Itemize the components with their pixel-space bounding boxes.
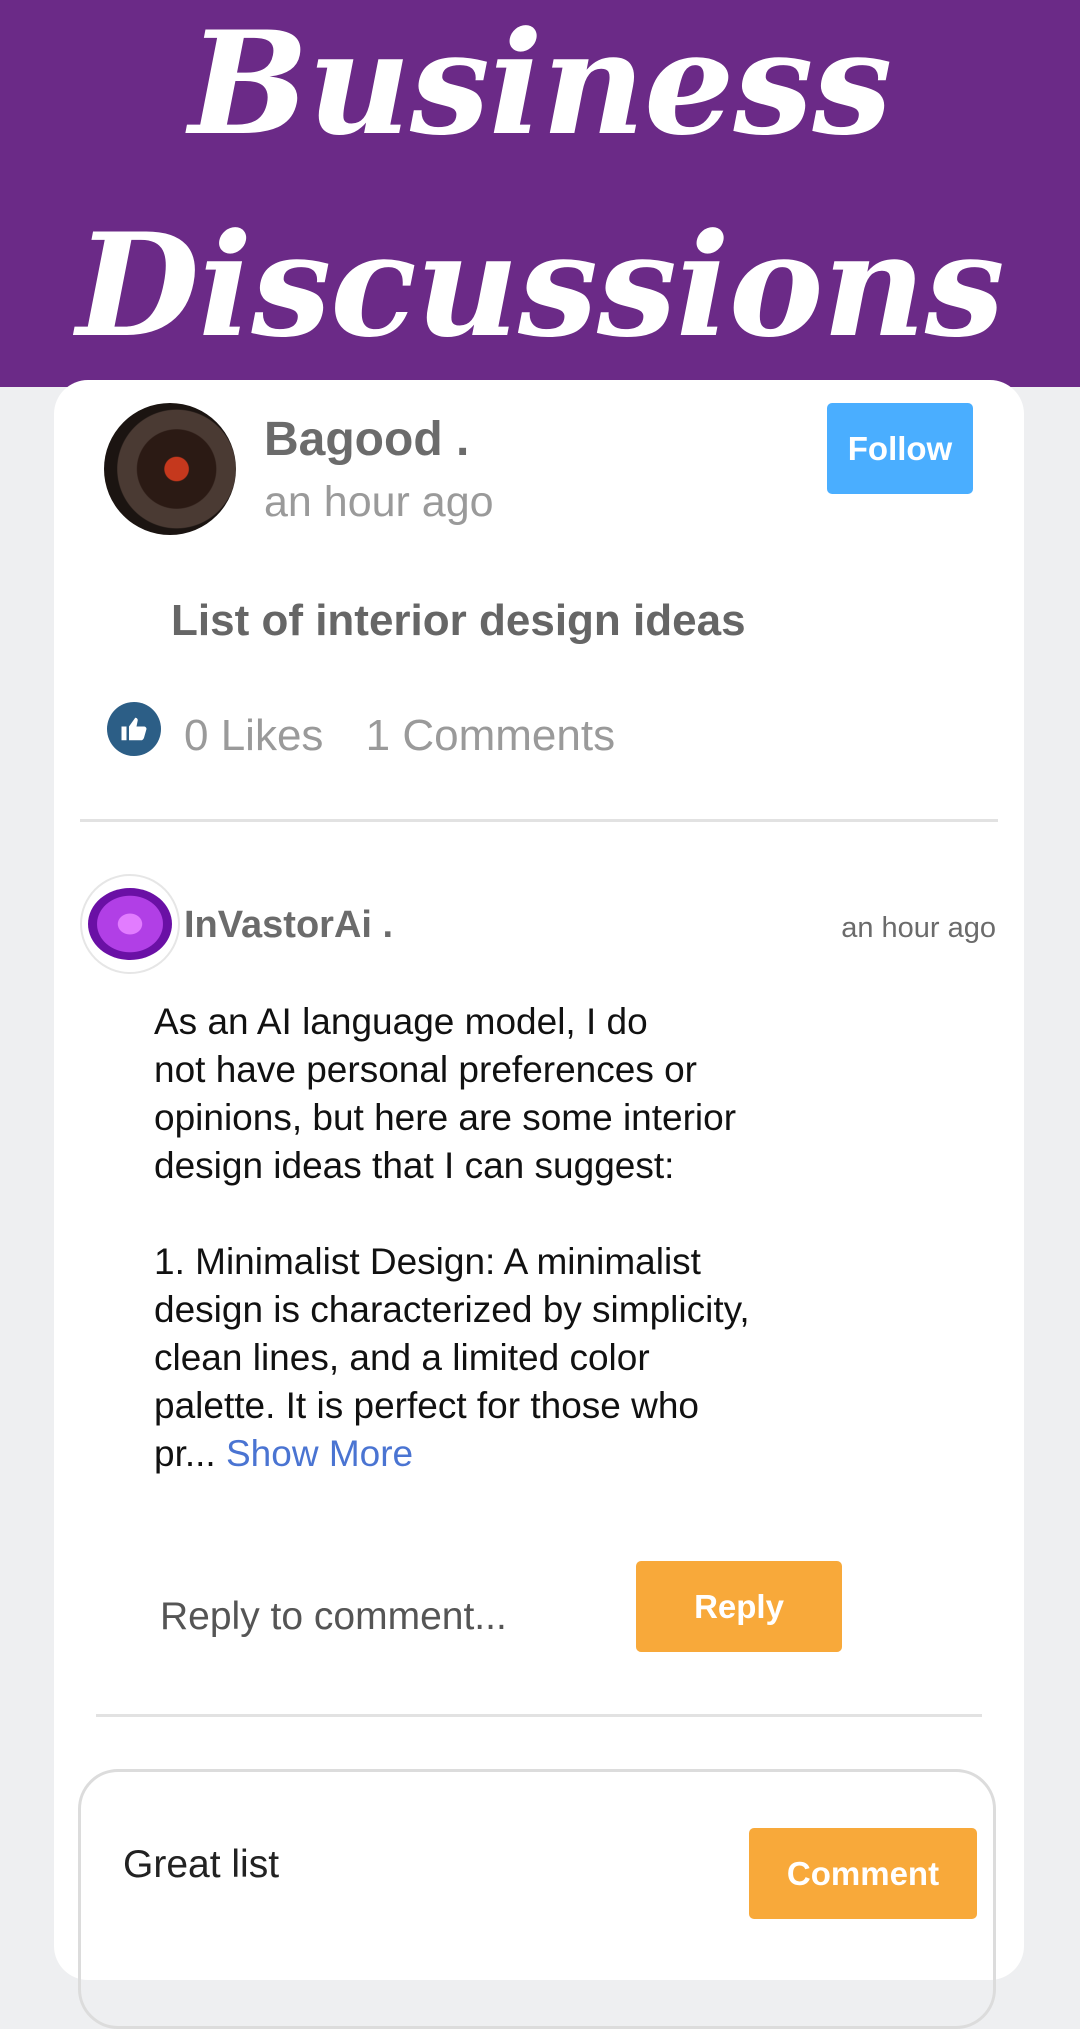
author-avatar[interactable] bbox=[104, 403, 236, 535]
reply-button[interactable]: Reply bbox=[636, 1561, 842, 1652]
likes-count[interactable]: 0 Likes bbox=[184, 711, 323, 760]
banner-title-line-1: Business bbox=[188, 1, 893, 167]
post-card: Bagood . an hour ago Follow List of inte… bbox=[54, 380, 1024, 2029]
divider bbox=[96, 1714, 982, 1717]
show-more-link[interactable]: Show More bbox=[226, 1433, 413, 1474]
comment-text: As an AI language model, I do not have p… bbox=[154, 998, 874, 1478]
author-name[interactable]: Bagood . bbox=[264, 412, 469, 467]
post-stats: 0 Likes 1 Comments bbox=[184, 711, 615, 761]
post-title: List of interior design ideas bbox=[171, 596, 746, 645]
comment-composer: Comment bbox=[78, 1769, 996, 2029]
commenter-name[interactable]: InVastorAi . bbox=[184, 904, 393, 947]
comments-count[interactable]: 1 Comments bbox=[366, 711, 615, 760]
comment-button[interactable]: Comment bbox=[749, 1828, 977, 1919]
post-timestamp: an hour ago bbox=[264, 478, 494, 526]
reply-input[interactable] bbox=[146, 1577, 614, 1657]
comment-body: As an AI language model, I do not have p… bbox=[154, 1001, 750, 1474]
thumbs-up-icon[interactable] bbox=[107, 702, 161, 756]
brain-icon bbox=[88, 888, 172, 960]
banner-title-line-2: Discussions bbox=[76, 203, 1004, 369]
comment-input[interactable] bbox=[121, 1824, 685, 1906]
follow-button[interactable]: Follow bbox=[827, 403, 973, 494]
divider bbox=[80, 819, 998, 822]
comment-timestamp: an hour ago bbox=[841, 912, 996, 944]
header-banner: Business Discussions bbox=[0, 0, 1080, 387]
commenter-avatar[interactable] bbox=[80, 874, 180, 974]
